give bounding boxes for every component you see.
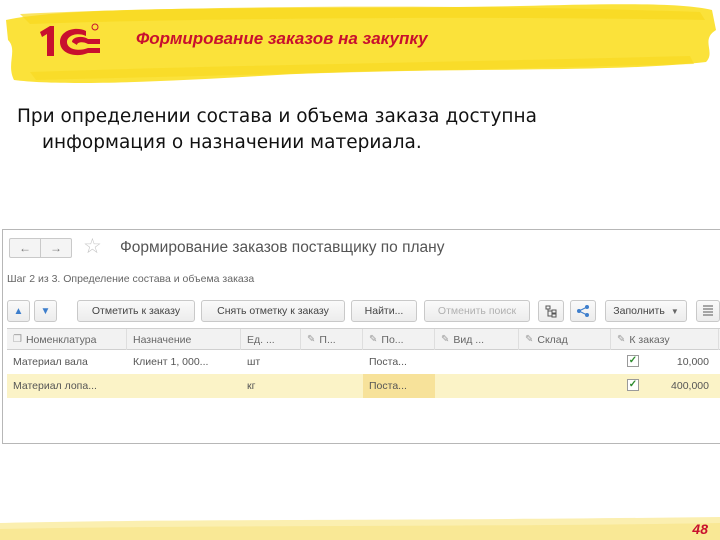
column-header-p[interactable]: ✎ П... xyxy=(301,329,363,350)
column-settings-icon xyxy=(703,305,713,316)
arrow-up-icon: ▲ xyxy=(13,305,24,317)
toolbar: ▲ ▼ Отметить к заказу Снять отметку к за… xyxy=(7,300,720,322)
tree-view-button[interactable] xyxy=(538,300,564,322)
back-button[interactable]: ← xyxy=(10,239,40,257)
cell-kind xyxy=(435,374,519,398)
move-down-button[interactable]: ▼ xyxy=(34,300,57,322)
cancel-search-button[interactable]: Отменить поиск xyxy=(424,300,530,322)
slide-title: Формирование заказов на закупку xyxy=(136,29,428,48)
cell-item: Материал вала xyxy=(13,356,88,368)
fill-dropdown-button[interactable]: Заполнить ▼ xyxy=(605,300,687,322)
page-number: 48 xyxy=(692,521,708,537)
cell-p xyxy=(301,374,363,398)
share-icon xyxy=(577,305,589,317)
table-row[interactable]: Материал лопа... кг Поста... ✓ 400,000 xyxy=(7,374,720,398)
app-window: ← → ☆ Формирование заказов поставщику по… xyxy=(2,229,720,444)
dropdown-arrow-icon: ▼ xyxy=(670,306,679,316)
pencil-icon: ✎ xyxy=(441,334,450,345)
cell-warehouse xyxy=(519,374,611,398)
column-header-to-order[interactable]: ✎ К заказу xyxy=(611,329,719,350)
1c-logo xyxy=(40,23,100,56)
arrow-down-icon: ▼ xyxy=(40,305,51,317)
cell-unit: кг xyxy=(247,380,256,392)
hierarchy-icon xyxy=(545,305,557,318)
settings-button[interactable] xyxy=(696,300,720,322)
copy-icon: ❐ xyxy=(13,334,22,345)
find-button[interactable]: Найти... xyxy=(351,300,417,322)
pencil-icon: ✎ xyxy=(525,334,534,345)
star-icon[interactable]: ☆ xyxy=(83,236,102,258)
step-label: Шаг 2 из 3. Определение состава и объема… xyxy=(7,273,255,285)
column-header-item[interactable]: ❐ Номенклатура xyxy=(7,329,127,350)
cell-po[interactable]: Поста... xyxy=(363,374,435,398)
order-checkbox[interactable]: ✓ xyxy=(627,355,639,367)
nav-buttons: ← → xyxy=(9,238,72,258)
table-row[interactable]: Материал вала Клиент 1, 000... шт Поста.… xyxy=(7,350,720,374)
column-header-kind[interactable]: ✎ Вид ... xyxy=(435,329,519,350)
arrow-right-icon: → xyxy=(50,241,62,255)
cell-unit: шт xyxy=(247,356,261,368)
slide-body-text: При определении состава и объема заказа … xyxy=(17,104,657,156)
column-header-purpose[interactable]: Назначение xyxy=(127,329,241,350)
cell-quantity[interactable]: 400,000 xyxy=(647,374,715,398)
fill-label: Заполнить xyxy=(613,305,665,317)
table-header: ❐ Номенклатура Назначение Ед. ... ✎ П... ✎… xyxy=(7,328,720,350)
cell-kind xyxy=(435,350,519,374)
mark-for-order-button[interactable]: Отметить к заказу xyxy=(77,300,195,322)
footer-banner xyxy=(0,517,720,540)
pencil-icon: ✎ xyxy=(369,334,378,345)
column-header-warehouse[interactable]: ✎ Склад xyxy=(519,329,611,350)
items-table: ❐ Номенклатура Назначение Ед. ... ✎ П... ✎… xyxy=(7,328,720,398)
cell-warehouse xyxy=(519,350,611,374)
column-header-unit[interactable]: Ед. ... xyxy=(241,329,301,350)
unmark-for-order-button[interactable]: Снять отметку к заказу xyxy=(201,300,345,322)
cell-purpose: Клиент 1, 000... xyxy=(133,356,209,368)
cell-purpose xyxy=(127,374,241,398)
order-checkbox[interactable]: ✓ xyxy=(627,379,639,391)
share-button[interactable] xyxy=(570,300,596,322)
move-up-button[interactable]: ▲ xyxy=(7,300,30,322)
cell-item: Материал лопа... xyxy=(13,380,97,392)
cell-p xyxy=(301,350,363,374)
column-header-po[interactable]: ✎ По... xyxy=(363,329,435,350)
pencil-icon: ✎ xyxy=(617,334,626,345)
body-line-2: информация о назначении материала. xyxy=(42,132,422,153)
pencil-icon: ✎ xyxy=(307,334,316,345)
window-title: Формирование заказов поставщику по плану xyxy=(120,239,445,256)
forward-button[interactable]: → xyxy=(40,239,71,257)
body-line-1: При определении состава и объема заказа … xyxy=(17,106,537,127)
cell-quantity[interactable]: 10,000 xyxy=(647,350,715,374)
cell-po: Поста... xyxy=(369,356,407,368)
arrow-left-icon: ← xyxy=(19,241,31,255)
